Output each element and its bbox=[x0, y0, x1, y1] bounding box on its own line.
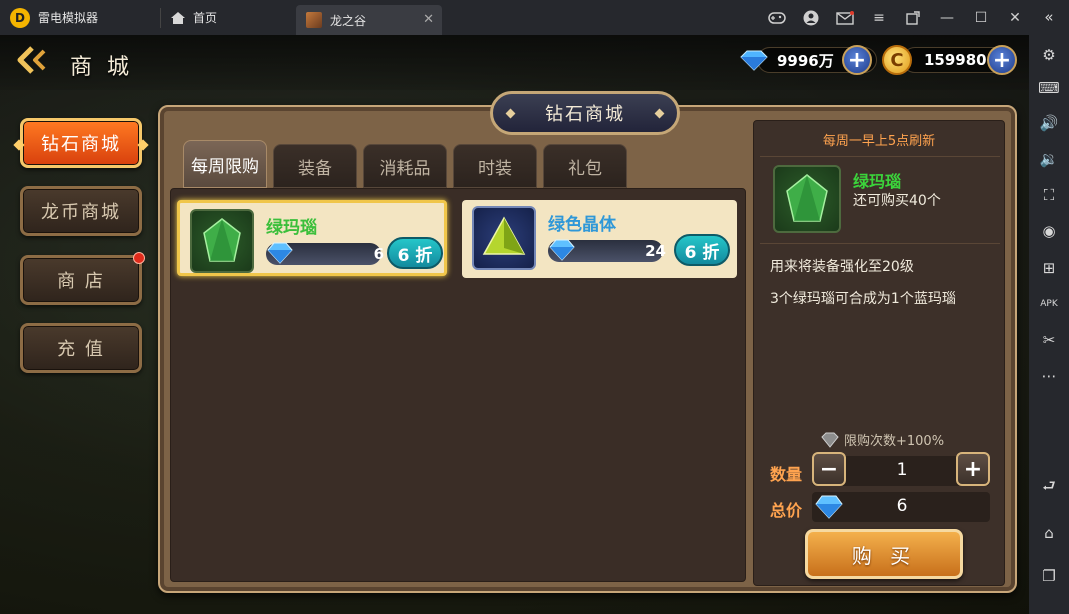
vip-badge-icon bbox=[821, 432, 839, 448]
gold-amount: 159980 bbox=[924, 51, 987, 69]
tab-close-icon[interactable]: ✕ bbox=[423, 12, 434, 27]
tab-weekly-limited[interactable]: 每周限购 bbox=[183, 140, 267, 188]
diamond-amount: 9996万 bbox=[777, 51, 834, 70]
tab-game[interactable]: 龙之谷 ✕ bbox=[296, 5, 442, 35]
keyboard-icon[interactable]: ⌨ bbox=[1029, 73, 1069, 103]
tab-label: 装备 bbox=[298, 158, 332, 179]
app-name: 雷电模拟器 bbox=[38, 11, 99, 25]
volume-up-icon[interactable]: 🔊 bbox=[1029, 108, 1069, 138]
menu-icon[interactable]: ≡ bbox=[862, 0, 896, 35]
diamond-icon bbox=[740, 50, 768, 71]
buy-button[interactable]: 购 买 bbox=[805, 529, 963, 579]
gamepad-icon[interactable] bbox=[760, 0, 794, 35]
volume-down-icon[interactable]: 🔉 bbox=[1029, 144, 1069, 174]
quantity-label: 数量 bbox=[770, 465, 803, 484]
item-name: 绿色晶体 bbox=[548, 215, 616, 235]
quantity-value[interactable]: 1 bbox=[850, 460, 954, 480]
add-diamond-button[interactable]: + bbox=[842, 45, 872, 75]
notification-badge bbox=[133, 252, 145, 264]
detail-item-name: 绿玛瑙 bbox=[853, 172, 902, 191]
more-icon[interactable]: ⋯ bbox=[1029, 361, 1069, 391]
green-crystal-icon bbox=[472, 206, 536, 270]
menu-recharge[interactable]: 充 值 bbox=[20, 323, 142, 373]
apk-icon[interactable]: APK bbox=[1029, 289, 1069, 319]
menu-recharge-label: 充 值 bbox=[57, 339, 105, 360]
menu-dragon-coin-mall[interactable]: 龙币商城 bbox=[20, 186, 142, 236]
total-price-label: 总价 bbox=[770, 501, 803, 520]
remaining-purchases: 还可购买40个 bbox=[853, 193, 941, 209]
minimize-icon[interactable]: — bbox=[930, 0, 964, 35]
gold-currency: C 159980 bbox=[882, 45, 1012, 75]
tab-label: 礼包 bbox=[568, 158, 602, 179]
panel-title-text: 钻石商城 bbox=[545, 104, 625, 125]
ldplayer-logo-icon: D bbox=[10, 7, 30, 28]
item-card-green-crystal[interactable]: 绿色晶体 24 6 折 bbox=[462, 200, 737, 278]
limit-text: 限购次数+100% bbox=[844, 434, 945, 449]
gold-coin-icon: C bbox=[882, 45, 912, 75]
divider bbox=[760, 243, 1000, 244]
item-name: 绿玛瑙 bbox=[266, 218, 317, 238]
quantity-decrease-button[interactable]: − bbox=[812, 452, 846, 486]
green-agate-icon bbox=[190, 209, 254, 273]
tab-game-label: 龙之谷 bbox=[330, 13, 367, 28]
total-price-value: 6 bbox=[896, 496, 908, 516]
record-icon[interactable]: ◉ bbox=[1029, 216, 1069, 246]
maximize-icon[interactable]: ☐ bbox=[964, 0, 998, 35]
item-card-green-agate[interactable]: 绿玛瑙 6 6 折 bbox=[177, 200, 447, 276]
page-title: 商 城 bbox=[70, 55, 133, 80]
window-controls: ≡ — ☐ ✕ bbox=[760, 0, 1032, 35]
game-thumbnail-icon bbox=[306, 12, 322, 28]
scissors-icon[interactable]: ✂ bbox=[1029, 325, 1069, 355]
tab-fashion[interactable]: 时装 bbox=[453, 144, 537, 188]
add-gold-button[interactable]: + bbox=[987, 45, 1017, 75]
menu-dragon-coin-mall-label: 龙币商城 bbox=[41, 202, 121, 223]
menu-diamond-mall[interactable]: 钻石商城 bbox=[20, 118, 142, 168]
tab-gift-pack[interactable]: 礼包 bbox=[543, 144, 627, 188]
item-description-1: 用来将装备强化至20级 bbox=[770, 259, 914, 275]
close-icon[interactable]: ✕ bbox=[998, 0, 1032, 35]
item-price: 24 bbox=[645, 242, 666, 260]
tab-label: 每周限购 bbox=[191, 156, 259, 177]
collapse-icon[interactable]: « bbox=[1029, 2, 1069, 32]
discount-badge: 6 折 bbox=[674, 234, 730, 266]
panel-title: 钻石商城 bbox=[490, 91, 680, 135]
quantity-increase-button[interactable]: + bbox=[956, 452, 990, 486]
tab-home-label: 首页 bbox=[193, 11, 218, 25]
mail-icon[interactable] bbox=[828, 0, 862, 35]
item-description-2: 3个绿玛瑙可合成为1个蓝玛瑙 bbox=[770, 291, 956, 307]
home-icon bbox=[171, 11, 185, 24]
menu-shop[interactable]: 商 店 bbox=[20, 252, 145, 305]
refresh-notice: 每周一早上5点刷新 bbox=[822, 134, 936, 149]
recent-apps-icon[interactable]: ❐ bbox=[1029, 561, 1069, 591]
restore-icon[interactable] bbox=[896, 0, 930, 35]
detail-item-icon bbox=[773, 165, 841, 233]
home-nav-icon[interactable]: ⌂ bbox=[1029, 518, 1069, 548]
tab-equipment[interactable]: 装备 bbox=[273, 144, 357, 188]
back-arrow-icon[interactable] bbox=[16, 45, 52, 75]
category-tabs: 每周限购 装备 消耗品 时装 礼包 bbox=[183, 140, 633, 188]
tab-consumables[interactable]: 消耗品 bbox=[363, 144, 447, 188]
settings-icon[interactable]: ⚙ bbox=[1029, 40, 1069, 70]
emulator-logo[interactable]: D 雷电模拟器 bbox=[0, 0, 160, 35]
screenshot-icon[interactable]: ⛶ bbox=[1029, 180, 1069, 210]
divider bbox=[760, 156, 1000, 157]
item-price: 6 bbox=[373, 245, 384, 263]
menu-diamond-mall-label: 钻石商城 bbox=[41, 134, 121, 155]
menu-shop-label: 商 店 bbox=[57, 271, 105, 292]
back-icon[interactable]: ⮐ bbox=[1029, 473, 1069, 503]
diamond-icon bbox=[815, 495, 843, 519]
tab-label: 时装 bbox=[478, 158, 512, 179]
discount-badge: 6 折 bbox=[387, 237, 443, 269]
emulator-sidebar: « ⚙ ⌨ 🔊 🔉 ⛶ ◉ ⊞ APK ✂ ⋯ ⮐ ⌂ ❐ bbox=[1029, 0, 1069, 614]
add-window-icon[interactable]: ⊞ bbox=[1029, 253, 1069, 283]
diamond-currency: 9996万 bbox=[737, 45, 877, 75]
purchase-limit-bonus: 限购次数+100% bbox=[820, 430, 944, 449]
user-icon[interactable] bbox=[794, 0, 828, 35]
tab-label: 消耗品 bbox=[379, 158, 431, 179]
tab-home[interactable]: 首页 bbox=[161, 0, 296, 35]
emulator-titlebar: D 雷电模拟器 首页 龙之谷 ✕ ≡ — ☐ ✕ bbox=[0, 0, 1069, 35]
